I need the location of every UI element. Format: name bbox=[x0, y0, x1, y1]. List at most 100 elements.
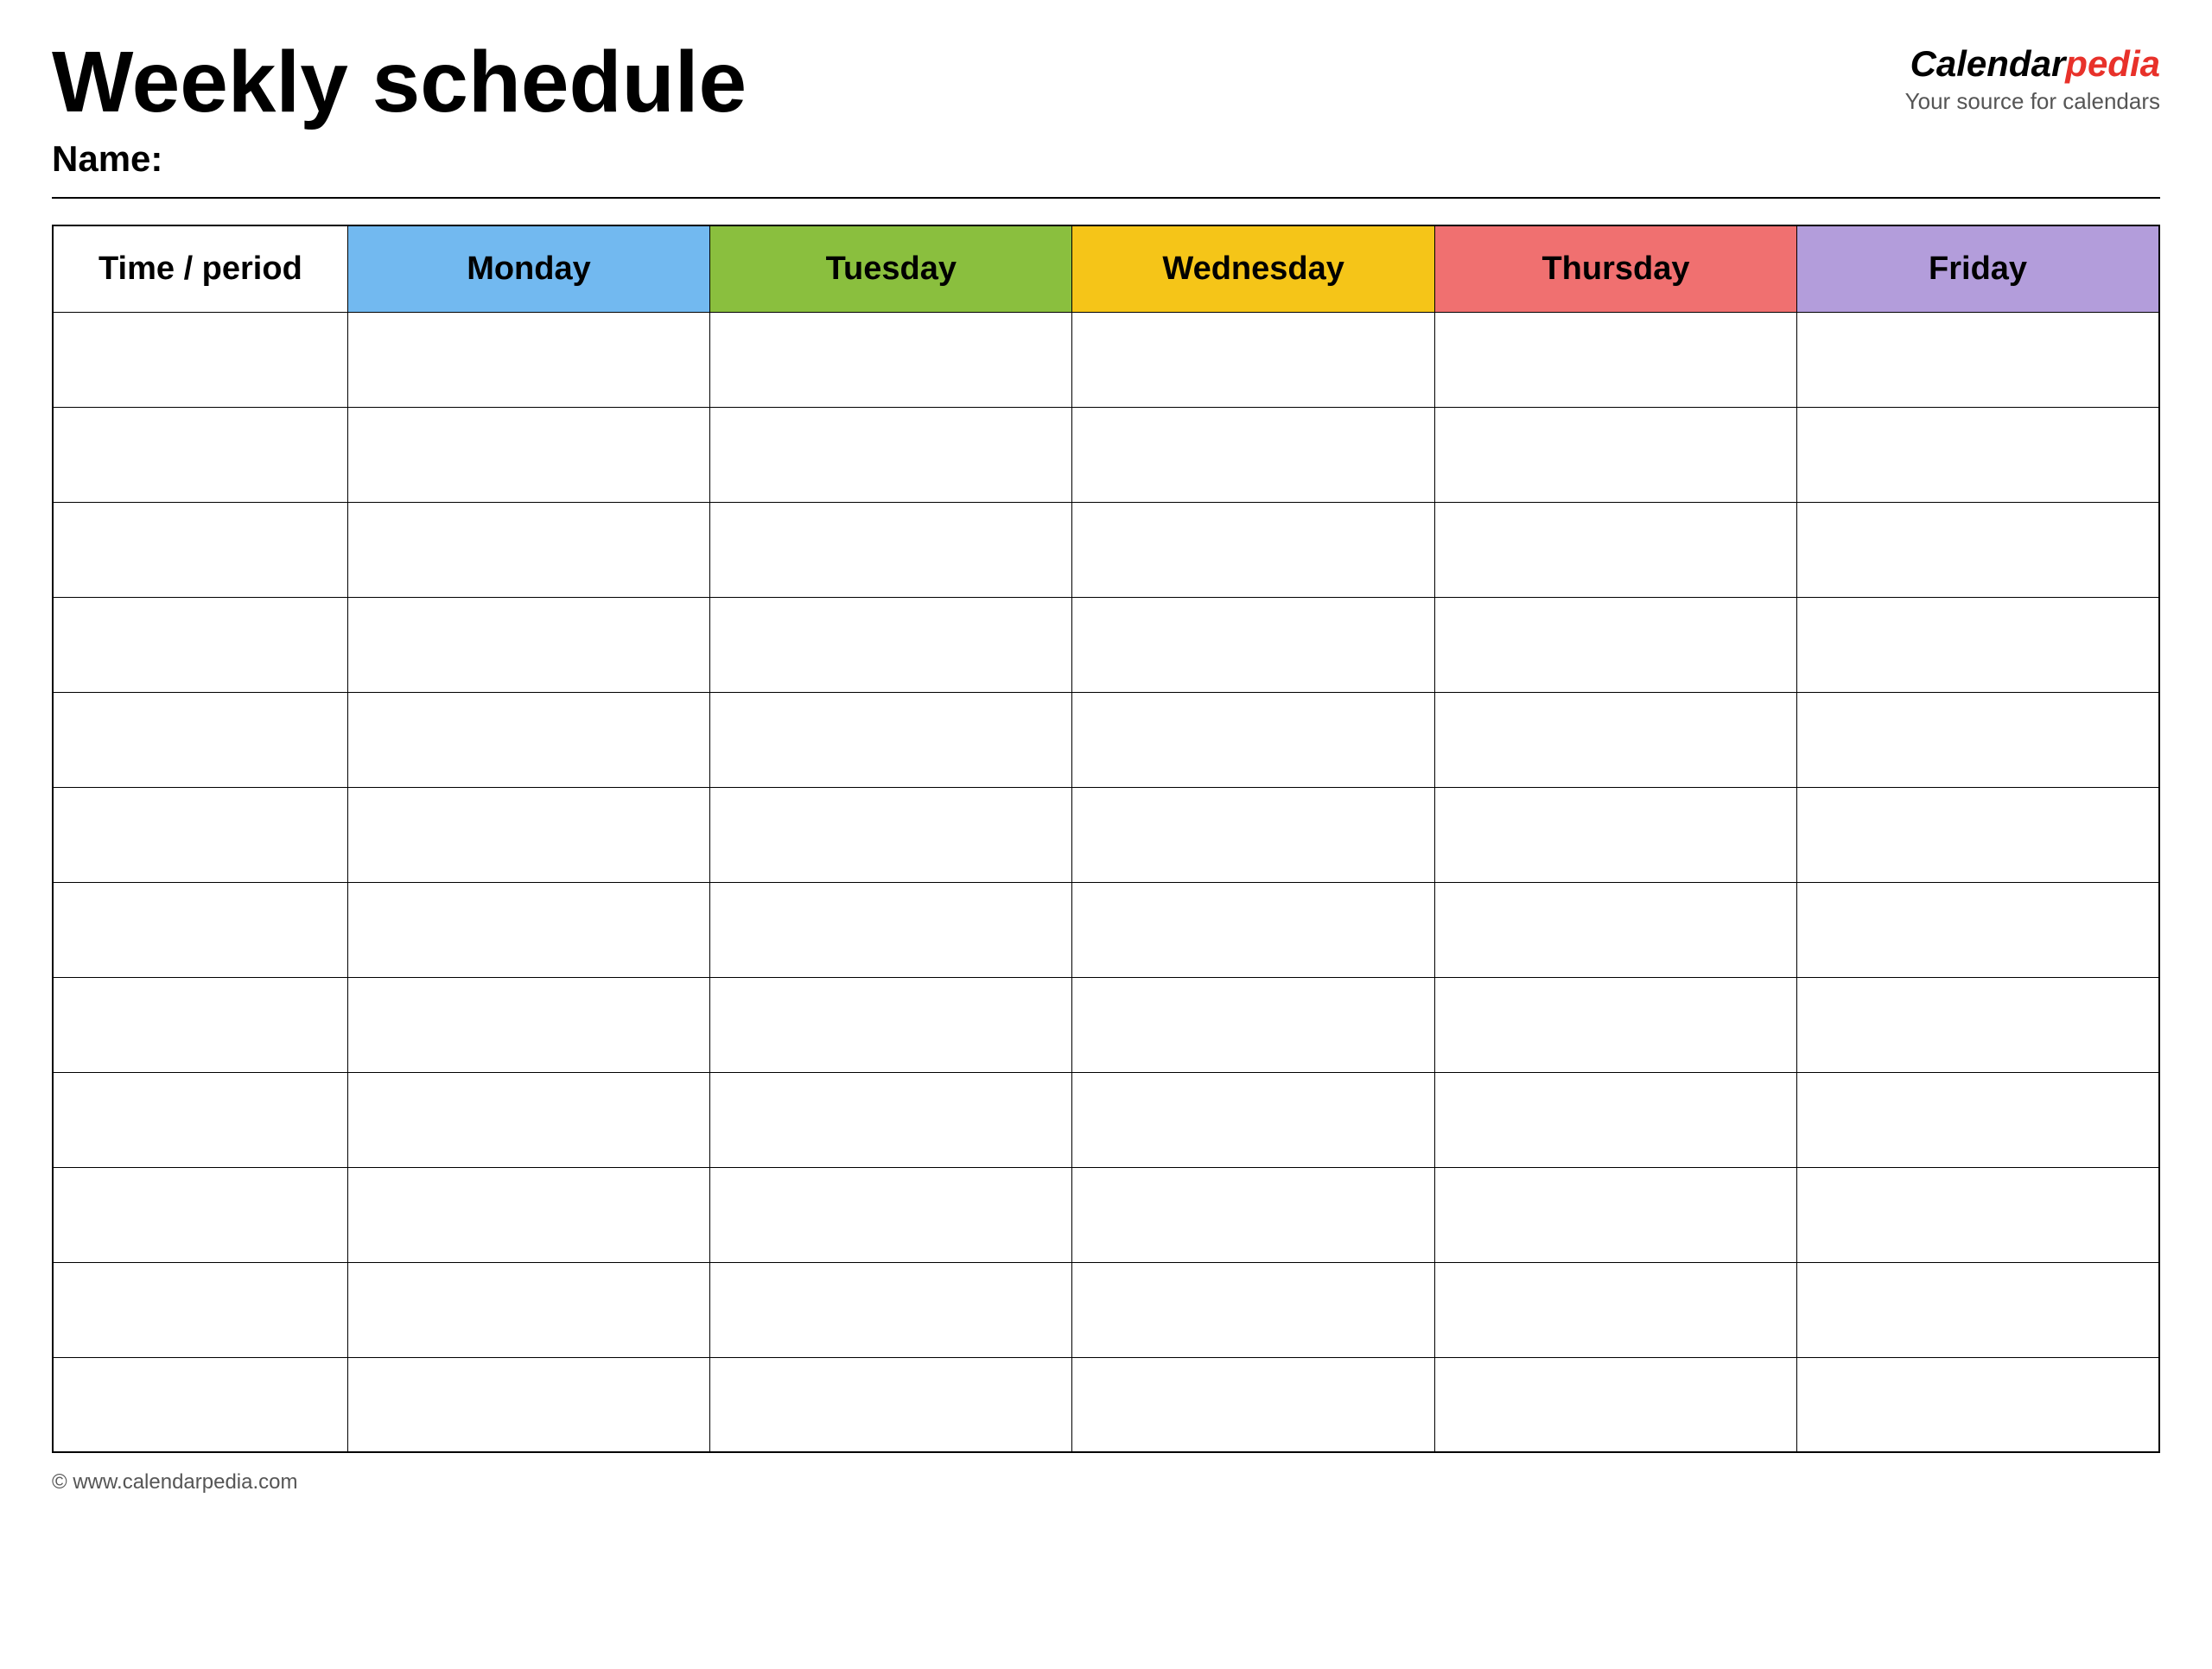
table-cell[interactable] bbox=[1797, 692, 2159, 787]
logo-pedia: pedia bbox=[2065, 43, 2160, 84]
table-cell[interactable] bbox=[53, 312, 347, 407]
table-cell[interactable] bbox=[1797, 312, 2159, 407]
table-cell[interactable] bbox=[1434, 1357, 1796, 1452]
table-cell[interactable] bbox=[1434, 787, 1796, 882]
table-cell[interactable] bbox=[1434, 692, 1796, 787]
table-body bbox=[53, 312, 2159, 1452]
table-cell[interactable] bbox=[1797, 1167, 2159, 1262]
table-cell[interactable] bbox=[53, 977, 347, 1072]
table-cell[interactable] bbox=[710, 1262, 1072, 1357]
table-row bbox=[53, 597, 2159, 692]
col-header-monday: Monday bbox=[347, 225, 709, 312]
table-cell[interactable] bbox=[1797, 502, 2159, 597]
logo-calendar: Calendar bbox=[1910, 43, 2066, 84]
col-header-wednesday: Wednesday bbox=[1072, 225, 1434, 312]
table-row bbox=[53, 407, 2159, 502]
table-cell[interactable] bbox=[347, 407, 709, 502]
table-cell[interactable] bbox=[1072, 312, 1434, 407]
table-cell[interactable] bbox=[53, 1167, 347, 1262]
table-cell[interactable] bbox=[1434, 407, 1796, 502]
table-cell[interactable] bbox=[1434, 882, 1796, 977]
table-cell[interactable] bbox=[1072, 502, 1434, 597]
table-cell[interactable] bbox=[710, 882, 1072, 977]
table-cell[interactable] bbox=[1434, 977, 1796, 1072]
header-divider bbox=[52, 197, 2160, 199]
table-row bbox=[53, 692, 2159, 787]
col-header-tuesday: Tuesday bbox=[710, 225, 1072, 312]
table-cell[interactable] bbox=[710, 312, 1072, 407]
table-cell[interactable] bbox=[347, 1262, 709, 1357]
col-header-time: Time / period bbox=[53, 225, 347, 312]
table-cell[interactable] bbox=[710, 1357, 1072, 1452]
table-cell[interactable] bbox=[1434, 1167, 1796, 1262]
table-cell[interactable] bbox=[1072, 407, 1434, 502]
table-cell[interactable] bbox=[710, 692, 1072, 787]
table-cell[interactable] bbox=[1072, 597, 1434, 692]
table-cell[interactable] bbox=[710, 1167, 1072, 1262]
table-cell[interactable] bbox=[710, 597, 1072, 692]
table-cell[interactable] bbox=[347, 692, 709, 787]
title-section: Weekly schedule Name: bbox=[52, 35, 747, 180]
table-cell[interactable] bbox=[53, 882, 347, 977]
table-cell[interactable] bbox=[1072, 882, 1434, 977]
table-cell[interactable] bbox=[1072, 1262, 1434, 1357]
table-cell[interactable] bbox=[347, 1072, 709, 1167]
table-cell[interactable] bbox=[53, 1072, 347, 1167]
logo-text: Calendarpedia bbox=[1905, 43, 2160, 85]
table-cell[interactable] bbox=[1072, 1357, 1434, 1452]
table-row bbox=[53, 882, 2159, 977]
table-cell[interactable] bbox=[710, 407, 1072, 502]
table-cell[interactable] bbox=[1434, 502, 1796, 597]
table-cell[interactable] bbox=[347, 1357, 709, 1452]
table-cell[interactable] bbox=[1434, 597, 1796, 692]
table-cell[interactable] bbox=[347, 1167, 709, 1262]
page-title: Weekly schedule bbox=[52, 35, 747, 130]
table-cell[interactable] bbox=[1797, 407, 2159, 502]
table-row bbox=[53, 1262, 2159, 1357]
table-cell[interactable] bbox=[1797, 882, 2159, 977]
table-cell[interactable] bbox=[1072, 1072, 1434, 1167]
table-cell[interactable] bbox=[710, 1072, 1072, 1167]
table-cell[interactable] bbox=[347, 312, 709, 407]
table-cell[interactable] bbox=[347, 502, 709, 597]
table-cell[interactable] bbox=[53, 692, 347, 787]
table-cell[interactable] bbox=[347, 597, 709, 692]
table-cell[interactable] bbox=[1072, 692, 1434, 787]
table-cell[interactable] bbox=[1797, 1072, 2159, 1167]
schedule-table: Time / period Monday Tuesday Wednesday T… bbox=[52, 225, 2160, 1453]
table-cell[interactable] bbox=[1797, 787, 2159, 882]
table-cell[interactable] bbox=[53, 787, 347, 882]
table-cell[interactable] bbox=[53, 1357, 347, 1452]
table-cell[interactable] bbox=[347, 787, 709, 882]
table-cell[interactable] bbox=[1797, 977, 2159, 1072]
table-row bbox=[53, 1072, 2159, 1167]
logo-section: Calendarpedia Your source for calendars bbox=[1905, 43, 2160, 115]
table-cell[interactable] bbox=[53, 502, 347, 597]
table-row bbox=[53, 977, 2159, 1072]
table-cell[interactable] bbox=[1797, 1262, 2159, 1357]
table-row bbox=[53, 502, 2159, 597]
logo-tagline: Your source for calendars bbox=[1905, 88, 2160, 115]
table-cell[interactable] bbox=[53, 597, 347, 692]
table-row bbox=[53, 1167, 2159, 1262]
table-cell[interactable] bbox=[1072, 787, 1434, 882]
table-cell[interactable] bbox=[347, 882, 709, 977]
footer: © www.calendarpedia.com bbox=[52, 1470, 2160, 1494]
table-cell[interactable] bbox=[1434, 312, 1796, 407]
table-cell[interactable] bbox=[710, 787, 1072, 882]
table-cell[interactable] bbox=[1072, 977, 1434, 1072]
table-cell[interactable] bbox=[53, 1262, 347, 1357]
table-row bbox=[53, 312, 2159, 407]
table-cell[interactable] bbox=[1072, 1167, 1434, 1262]
table-cell[interactable] bbox=[710, 977, 1072, 1072]
header-row: Time / period Monday Tuesday Wednesday T… bbox=[53, 225, 2159, 312]
table-cell[interactable] bbox=[1434, 1072, 1796, 1167]
table-cell[interactable] bbox=[347, 977, 709, 1072]
table-cell[interactable] bbox=[710, 502, 1072, 597]
table-row bbox=[53, 787, 2159, 882]
table-cell[interactable] bbox=[53, 407, 347, 502]
table-row bbox=[53, 1357, 2159, 1452]
table-cell[interactable] bbox=[1797, 597, 2159, 692]
table-cell[interactable] bbox=[1434, 1262, 1796, 1357]
table-cell[interactable] bbox=[1797, 1357, 2159, 1452]
